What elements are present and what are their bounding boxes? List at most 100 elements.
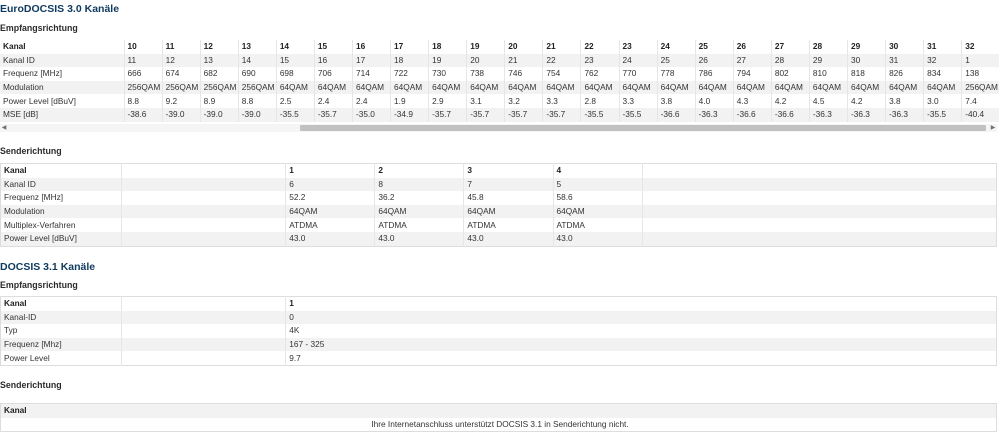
table-cell: 64QAM [428, 80, 468, 95]
unsupported-note: Ihre Internetanschluss unterstützt DOCSI… [0, 417, 997, 432]
column-header: 1 [285, 163, 376, 178]
table-cell: 690 [238, 67, 277, 81]
table-header-row: Kanal 1 [0, 296, 997, 311]
table-cell: -35.5 [923, 107, 963, 122]
row-label: Kanal ID [0, 53, 125, 68]
table-cell: ATDMA [285, 218, 376, 232]
table-cell: 43.0 [285, 231, 376, 247]
table-cell [642, 177, 997, 192]
table-cell [642, 191, 997, 205]
column-header: 22 [580, 40, 620, 54]
table-cell: 810 [809, 67, 848, 81]
table-cell: -36.6 [657, 107, 696, 122]
table-cell: 64QAM [276, 80, 315, 95]
table-cell [121, 337, 287, 352]
table-row: Frequenz [Mhz] 167 - 325 [0, 337, 997, 352]
table-cell: 818 [847, 67, 887, 81]
table-cell: -35.7 [314, 107, 353, 122]
table-cell: -35.5 [276, 107, 315, 122]
table-cell: 64QAM [504, 80, 544, 95]
table-cell: 64QAM [352, 80, 392, 95]
table-cell: -36.3 [847, 107, 887, 122]
table-cell: -36.3 [885, 107, 925, 122]
table-cell: 43.0 [374, 231, 465, 247]
table-cell: 58.6 [553, 191, 643, 205]
column-header: 1 [285, 296, 997, 311]
column-header: 4 [553, 163, 643, 178]
table-cell: 1.9 [390, 94, 430, 108]
table-cell: 64QAM [553, 204, 643, 219]
table-cell: -36.6 [733, 107, 772, 122]
table-cell: 7 [463, 177, 554, 192]
table-cell: 64QAM [619, 80, 658, 95]
table-row: Kanal ID 11 12 13 14 15 16 17 18 19 20 21 22 23 24 25 26… [0, 53, 999, 68]
table-cell: 45.8 [463, 191, 554, 205]
table-cell: 674 [162, 67, 201, 81]
table-cell: 13 [200, 53, 239, 68]
column-header: 26 [733, 40, 772, 54]
table-cell: 26 [695, 53, 734, 68]
eurodocsis-downstream-title: Empfangsrichtung [0, 23, 78, 33]
column-header: 25 [695, 40, 734, 54]
column-header [121, 296, 287, 311]
scroll-right-arrow-icon[interactable]: ▶ [989, 124, 997, 132]
table-cell: 3.8 [885, 94, 925, 108]
docsis31-upstream-title: Senderichtung [0, 380, 62, 390]
table-cell: 256QAM [238, 80, 277, 95]
eurodocsis-downstream-table: Kanal 10 11 12 13 14 15 16 17 18 19 20 21 22 23 24 25 26 2… [0, 40, 999, 122]
table-cell: 3.2 [504, 94, 544, 108]
row-label: Modulation [0, 204, 123, 219]
column-header: 23 [619, 40, 658, 54]
column-header-label: Kanal [0, 40, 125, 54]
table-cell: 8 [374, 177, 465, 192]
row-label: Power Level [0, 351, 123, 366]
table-cell: 754 [542, 67, 582, 81]
table-cell: 8.8 [124, 94, 163, 108]
table-cell [642, 231, 997, 247]
row-label: Power Level [dBuV] [0, 231, 123, 247]
row-label: Typ [0, 324, 123, 338]
table-cell: 64QAM [463, 204, 554, 219]
table-cell: 0 [285, 310, 997, 325]
docsis31-title: DOCSIS 3.1 Kanäle [0, 261, 96, 273]
table-cell: 722 [390, 67, 430, 81]
column-header: 27 [771, 40, 810, 54]
row-label: MSE [dB] [0, 107, 125, 122]
table-cell: 2.5 [276, 94, 315, 108]
column-header [642, 163, 997, 178]
table-cell: 11 [124, 53, 163, 68]
column-header: 15 [314, 40, 353, 54]
table-cell: 682 [200, 67, 239, 81]
table-cell: 2.4 [352, 94, 392, 108]
table-row: Power Level [dBuV] 8.8 9.2 8.9 8.8 2.5 2.4 2.4 1… [0, 94, 999, 108]
table-cell: 2.9 [428, 94, 468, 108]
table-cell: -39.0 [238, 107, 277, 122]
column-header: 10 [124, 40, 163, 54]
table-cell: -40.4 [961, 107, 999, 122]
horizontal-scrollbar[interactable]: ◀ ▶ [0, 124, 997, 132]
table-cell [121, 218, 287, 232]
table-header-row: Kanal [0, 403, 997, 418]
table-cell: 64QAM [923, 80, 963, 95]
table-cell: -36.3 [809, 107, 848, 122]
column-header-label: Kanal [0, 163, 123, 178]
column-header: 16 [352, 40, 392, 54]
table-cell: 4.3 [733, 94, 772, 108]
table-cell: 834 [923, 67, 963, 81]
scroll-thumb[interactable] [300, 125, 986, 131]
table-cell: 9.7 [285, 351, 997, 366]
column-header: 17 [390, 40, 430, 54]
table-cell [121, 231, 287, 247]
table-cell: 794 [733, 67, 772, 81]
eurodocsis-title: EuroDOCSIS 3.0 Kanäle [0, 3, 120, 15]
row-label: Modulation [0, 80, 125, 95]
column-header: 13 [238, 40, 277, 54]
table-cell: -35.7 [428, 107, 468, 122]
table-cell: 770 [619, 67, 658, 81]
table-cell: 64QAM [466, 80, 506, 95]
table-cell: 43.0 [463, 231, 554, 247]
column-header: 31 [923, 40, 963, 54]
table-cell: ATDMA [553, 218, 643, 232]
table-cell: 64QAM [390, 80, 430, 95]
scroll-left-arrow-icon[interactable]: ◀ [0, 124, 8, 132]
